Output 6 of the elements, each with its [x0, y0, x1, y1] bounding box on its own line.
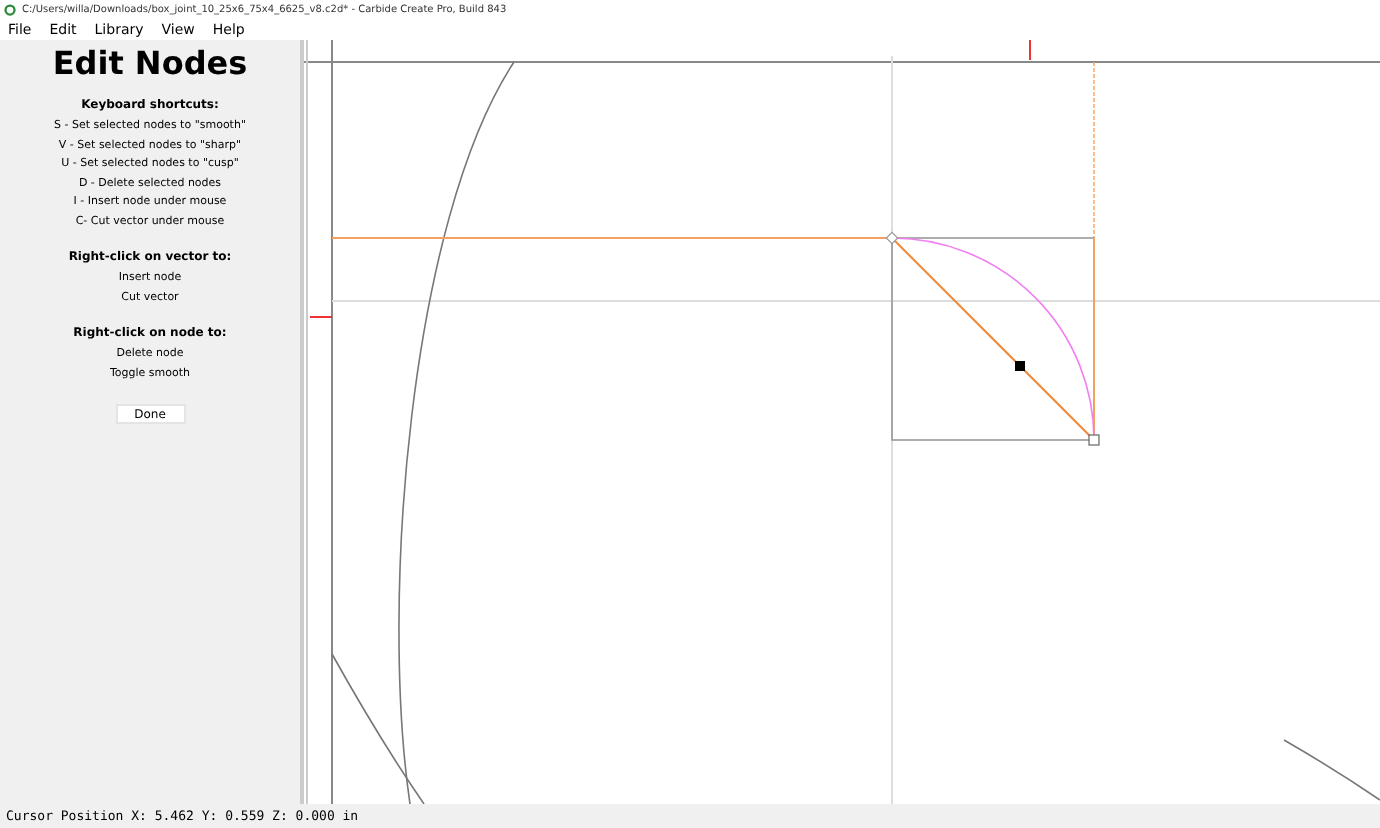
drawing-canvas[interactable]	[304, 40, 1380, 804]
circle-arc	[1283, 739, 1380, 801]
panel-title: Edit Nodes	[52, 44, 248, 82]
ruler-marker	[309, 316, 333, 318]
ruler-marker	[1029, 40, 1031, 61]
app-icon	[4, 3, 16, 15]
